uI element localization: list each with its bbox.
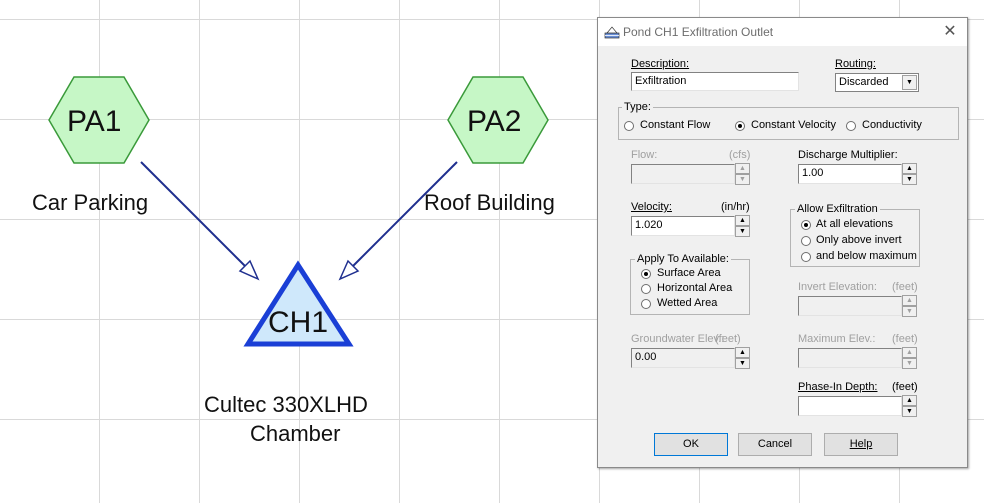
maximum-elev-stepper[interactable]: ▲ ▼ bbox=[902, 347, 917, 369]
dialog-titlebar[interactable]: Pond CH1 Exfiltration Outlet ✕ bbox=[598, 18, 967, 46]
ok-button[interactable]: OK bbox=[654, 433, 728, 456]
exfiltration-outlet-dialog: Pond CH1 Exfiltration Outlet ✕ Descripti… bbox=[597, 17, 968, 468]
groundwater-elev-label: Groundwater Elev.: bbox=[631, 333, 725, 345]
wetted-area-label[interactable]: Wetted Area bbox=[657, 297, 717, 309]
flow-stepper[interactable]: ▲ ▼ bbox=[735, 163, 750, 185]
discharge-multiplier-stepper[interactable]: ▲ ▼ bbox=[902, 163, 917, 185]
discharge-multiplier-label: Discharge Multiplier: bbox=[798, 149, 898, 161]
pa2-label: PA2 bbox=[467, 105, 522, 138]
routing-label: Routing: bbox=[835, 58, 876, 70]
groundwater-elev-stepper[interactable]: ▲ ▼ bbox=[735, 347, 750, 369]
allow-exfiltration-label: Allow Exfiltration bbox=[795, 203, 880, 215]
velocity-stepper[interactable]: ▲ ▼ bbox=[735, 215, 750, 237]
only-above-invert-radio[interactable] bbox=[801, 236, 811, 246]
description-input[interactable]: Exfiltration bbox=[631, 72, 799, 91]
constant-velocity-radio[interactable] bbox=[735, 121, 745, 131]
maximum-elev-label: Maximum Elev.: bbox=[798, 333, 876, 345]
below-maximum-radio[interactable] bbox=[801, 252, 811, 262]
phase-in-depth-label: Phase-In Depth: bbox=[798, 381, 878, 393]
horizontal-area-radio[interactable] bbox=[641, 284, 651, 294]
pa2-caption: Roof Building bbox=[424, 190, 555, 215]
phase-in-depth-stepper[interactable]: ▲ ▼ bbox=[902, 395, 917, 417]
wetted-area-radio[interactable] bbox=[641, 299, 651, 309]
groundwater-elev-input[interactable]: 0.00 bbox=[631, 348, 735, 368]
cancel-button[interactable]: Cancel bbox=[738, 433, 812, 456]
maximum-elev-unit: (feet) bbox=[892, 333, 918, 345]
velocity-input[interactable]: 1.020 bbox=[631, 216, 735, 236]
invert-elevation-unit: (feet) bbox=[892, 281, 918, 293]
horizontal-area-label[interactable]: Horizontal Area bbox=[657, 282, 732, 294]
groundwater-elev-unit: (feet) bbox=[715, 333, 741, 345]
invert-elevation-input[interactable] bbox=[798, 296, 902, 316]
discharge-multiplier-input[interactable]: 1.00 bbox=[798, 164, 902, 184]
surface-area-label[interactable]: Surface Area bbox=[657, 267, 721, 279]
flow-input[interactable] bbox=[631, 164, 735, 184]
below-maximum-label[interactable]: and below maximum bbox=[816, 250, 917, 262]
velocity-unit: (in/hr) bbox=[721, 201, 750, 213]
only-above-invert-label[interactable]: Only above invert bbox=[816, 234, 902, 246]
ch1-caption-line1: Cultec 330XLHD bbox=[204, 392, 368, 417]
invert-elevation-stepper[interactable]: ▲ ▼ bbox=[902, 295, 917, 317]
dialog-title: Pond CH1 Exfiltration Outlet bbox=[623, 25, 774, 39]
link-pa2-ch1[interactable] bbox=[338, 161, 458, 281]
velocity-label: Velocity: bbox=[631, 201, 672, 213]
routing-dropdown[interactable]: Discarded ▼ bbox=[835, 73, 919, 92]
ch1-label: CH1 bbox=[268, 306, 329, 339]
ch1-caption-line2: Chamber bbox=[250, 421, 341, 446]
close-icon[interactable]: ✕ bbox=[938, 22, 962, 42]
constant-flow-label[interactable]: Constant Flow bbox=[640, 119, 710, 131]
phase-in-depth-unit: (feet) bbox=[892, 381, 918, 393]
flow-label: Flow: bbox=[631, 149, 658, 161]
pa1-caption: Car Parking bbox=[32, 190, 149, 215]
maximum-elev-input[interactable] bbox=[798, 348, 902, 368]
help-button[interactable]: Help bbox=[824, 433, 898, 456]
chevron-down-icon[interactable]: ▼ bbox=[902, 75, 917, 90]
app-icon bbox=[604, 26, 620, 39]
description-label: Description: bbox=[631, 58, 690, 70]
phase-in-depth-input[interactable] bbox=[798, 396, 902, 416]
apply-to-available-label: Apply To Available: bbox=[635, 253, 731, 265]
flow-unit: (cfs) bbox=[729, 149, 751, 161]
type-group-label: Type: bbox=[622, 101, 653, 113]
routing-value: Discarded bbox=[839, 76, 889, 88]
pa1-label: PA1 bbox=[67, 105, 122, 138]
conductivity-label[interactable]: Conductivity bbox=[862, 119, 922, 131]
at-all-elevations-label[interactable]: At all elevations bbox=[816, 218, 893, 230]
conductivity-radio[interactable] bbox=[846, 121, 856, 131]
constant-flow-radio[interactable] bbox=[624, 121, 634, 131]
at-all-elevations-radio[interactable] bbox=[801, 220, 811, 230]
constant-velocity-label[interactable]: Constant Velocity bbox=[751, 119, 836, 131]
invert-elevation-label: Invert Elevation: bbox=[798, 281, 877, 293]
surface-area-radio[interactable] bbox=[641, 269, 651, 279]
